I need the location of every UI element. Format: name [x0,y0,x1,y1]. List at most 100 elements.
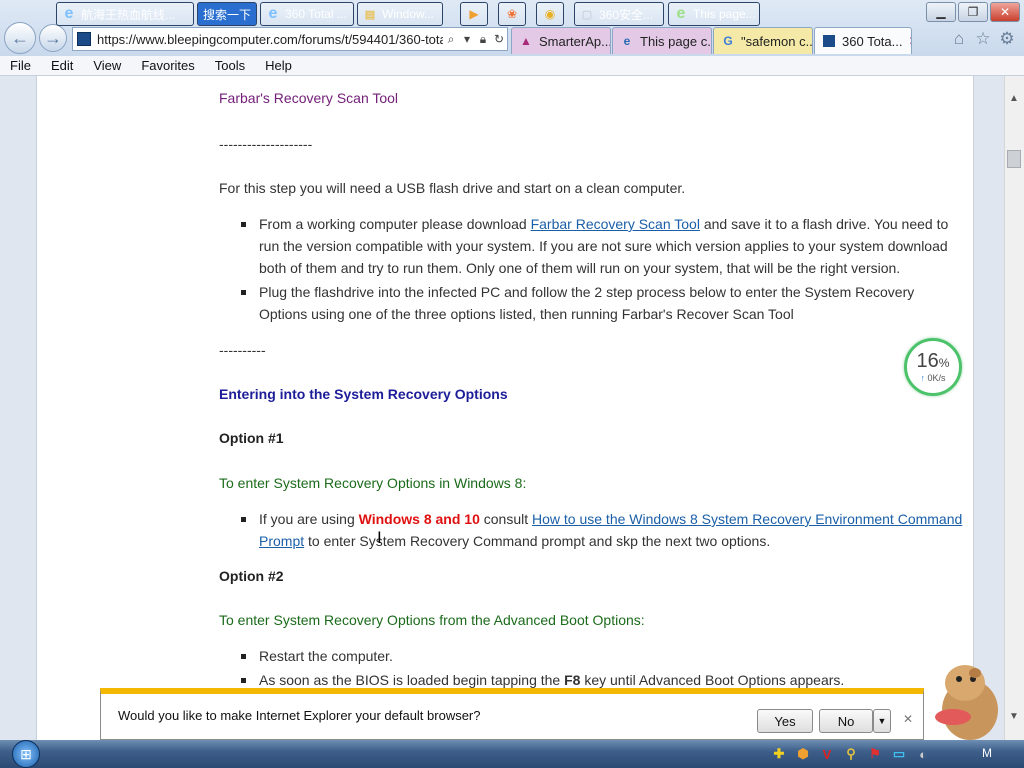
tab-label: This page c... [640,33,712,49]
menu-tools[interactable]: Tools [205,58,255,73]
ie-icon: e [676,5,686,22]
tab-label: "safemon c... [741,33,813,49]
scrollbar-thumb[interactable] [1007,150,1021,168]
back-button[interactable]: ← [4,22,36,54]
bullet-icon [241,222,246,227]
scroll-down-icon[interactable]: ▼ [1004,708,1024,724]
dropdown-icon[interactable]: ▾ [459,32,475,46]
menu-favorites[interactable]: Favorites [131,58,204,73]
bullet-icon [241,654,246,659]
close-icon: ✕ [999,5,1011,19]
address-bar[interactable]: https://www.bleepingcomputer.com/forums/… [72,27,508,51]
taskbar-item-game[interactable]: e 航海王热血航线... [56,2,194,26]
tray-flag-icon[interactable]: ⚑ [866,745,884,763]
taskbar-item-label: 360安全... [599,7,654,22]
menu-file[interactable]: File [0,58,41,73]
tab-safemon[interactable]: G "safemon c... [713,27,813,54]
site-favicon-icon [77,32,91,46]
tray-volume-icon[interactable]: ◐ [914,745,932,763]
tab-close-icon[interactable]: ✕ [908,34,911,48]
taskbar-item-this-page[interactable]: e This page... [668,2,760,26]
list-item: From a working computer please download … [259,213,948,279]
farbar-download-link[interactable]: Farbar Recovery Scan Tool [531,216,700,232]
list-text: to enter System Recovery Command prompt … [304,533,771,549]
window-icon: ▢ [581,8,593,21]
ie-icon: e [268,5,278,22]
list-text: If you are using [259,511,359,527]
star-icon[interactable]: ☆ [972,28,994,50]
tray-shield-icon[interactable]: ⬢ [794,745,812,763]
taskbar-search-button[interactable]: 搜索一下 [197,2,257,26]
taskbar-chrome[interactable]: ◉ [536,2,564,26]
maximize-button[interactable]: ❐ [958,2,988,22]
chrome-icon: ◉ [544,7,556,21]
taskbar-item-label: 360 Total ... [285,7,347,21]
taskbar-app[interactable]: ❀ [498,2,526,26]
page-viewport: Farbar's Recovery Scan Tool ------------… [0,76,1004,740]
bullet-icon [241,678,246,683]
search-icon[interactable]: ⌕ [443,32,459,47]
bullet-icon [241,290,246,295]
folder-icon: ▤ [364,8,376,21]
google-icon: G [723,34,733,48]
list-text: As soon as the BIOS is loaded begin tapp… [259,672,565,688]
tab-360-total[interactable]: 360 Tota... ✕ [814,27,912,54]
list-text: Plug the flashdrive into the infected PC… [259,284,915,300]
address-url: https://www.bleepingcomputer.com/forums/… [97,31,443,47]
tab-smarterapps[interactable]: ▲ SmarterAp... [511,27,611,54]
list-text: Options using one of the three options l… [259,306,794,322]
taskbar-item-windows-explorer[interactable]: ▤ Window... [357,2,443,26]
taskbar-item-label: Window... [382,7,435,21]
list-text: both of them and try to run them. Only o… [259,260,901,276]
windows-logo-icon: ⊞ [12,740,40,768]
recovery-guide-link[interactable]: How to use the Windows 8 System Recovery… [532,511,962,527]
minimize-button[interactable]: ▁ [926,2,956,22]
tray-360-icon[interactable]: ✚ [770,745,788,763]
scroll-up-icon[interactable]: ▲ [1004,90,1024,106]
option2-description: To enter System Recovery Options from th… [219,612,645,628]
ie-icon: e [64,5,74,22]
tray-network-icon[interactable]: ▭ [890,745,908,763]
tray-antivirus-icon[interactable]: V [818,745,836,763]
divider-line: -------------------- [219,136,313,152]
taskbar-item-label: This page... [693,7,756,21]
lock-icon[interactable]: 🔒︎ [475,32,491,47]
vertical-scrollbar[interactable] [1004,76,1024,740]
upload-arrow-icon: ↑ [920,373,925,383]
start-button[interactable]: ⊞ [6,740,46,768]
recovery-guide-link-cont[interactable]: Prompt [259,533,304,549]
list-item: If you are using Windows 8 and 10 consul… [259,508,962,552]
list-text: and save it to a flash drive. You need t… [699,216,949,232]
tray-search-icon[interactable]: ⚲ [842,745,860,763]
no-button[interactable]: No [819,709,873,733]
mascot-hamster-icon[interactable] [915,655,1000,740]
network-speed-meter[interactable]: 16% ↑ 0K/s [904,338,962,396]
taskbar-clock[interactable]: M [982,746,992,760]
list-text: From a working computer please download [259,216,531,232]
taskbar-item-360-total[interactable]: e 360 Total ... [260,2,354,26]
option1-description: To enter System Recovery Options in Wind… [219,475,527,491]
menu-help[interactable]: Help [255,58,302,73]
home-icon[interactable]: ⌂ [948,28,970,50]
menu-view[interactable]: View [83,58,131,73]
menu-edit[interactable]: Edit [41,58,83,73]
text-cursor-icon: Ι [377,528,382,547]
forum-post [36,76,974,740]
media-player-icon: ▶ [469,7,479,21]
taskbar-media-player[interactable]: ▶ [460,2,488,26]
back-arrow-icon: ← [11,27,29,48]
no-options-dropdown[interactable]: ▼ [873,709,891,733]
minimize-icon: ▁ [936,5,946,19]
yes-button[interactable]: Yes [757,709,813,733]
close-window-button[interactable]: ✕ [990,2,1020,22]
tab-this-page[interactable]: e This page c... [612,27,712,54]
intro-text: For this step you will need a USB flash … [219,180,686,196]
notification-close-icon[interactable]: ✕ [903,712,913,726]
default-browser-notification: Would you like to make Internet Explorer… [100,688,924,740]
forward-button[interactable]: → [39,24,67,52]
app-icon: ❀ [506,7,518,21]
taskbar-item-360-safe[interactable]: ▢ 360安全... [574,2,664,26]
refresh-icon[interactable]: ↻ [491,32,507,46]
gear-icon[interactable]: ⚙ [996,28,1018,50]
meter-percent: 16 [916,350,939,372]
